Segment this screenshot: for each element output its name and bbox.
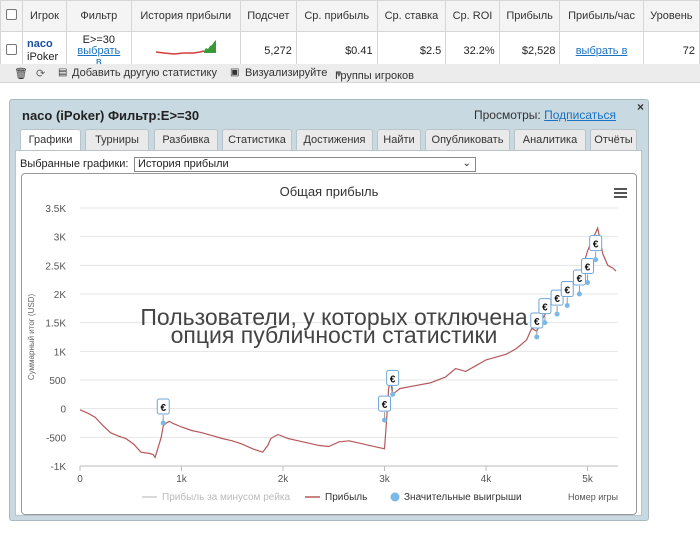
graph-select-value: История прибыли bbox=[138, 158, 229, 170]
y-tick-label: 2.5K bbox=[45, 261, 66, 272]
player-panel: naco (iPoker) Фильтр:E>=30 Просмотры: По… bbox=[9, 99, 649, 521]
col-filter[interactable]: Фильтр bbox=[66, 0, 132, 32]
x-tick-label: 5k bbox=[582, 474, 594, 485]
big-win-marker-label: € bbox=[577, 274, 583, 285]
col-profit-history[interactable]: История прибыли bbox=[130, 0, 241, 32]
big-win-point bbox=[576, 291, 582, 297]
menu-icon[interactable] bbox=[614, 188, 627, 198]
big-win-marker-label: € bbox=[542, 303, 548, 314]
big-win-marker-label: € bbox=[554, 294, 560, 305]
select-all-checkbox[interactable] bbox=[6, 9, 17, 20]
visualize-button[interactable]: Визуализируйте bbox=[245, 67, 327, 79]
row-checkbox[interactable] bbox=[6, 43, 17, 55]
subscribe-link[interactable]: Подписаться bbox=[544, 108, 616, 122]
big-win-marker-label: € bbox=[160, 403, 166, 414]
views-label: Просмотры: bbox=[474, 108, 541, 122]
big-win-marker-label: € bbox=[534, 317, 540, 328]
tab-publish[interactable]: Опубликовать bbox=[425, 129, 510, 150]
trash-icon[interactable]: 🗑 bbox=[14, 67, 28, 80]
tab-analytics[interactable]: Аналитика bbox=[514, 129, 586, 150]
big-win-marker-label: € bbox=[593, 240, 599, 251]
col-player[interactable]: Игрок bbox=[21, 0, 68, 32]
col-level[interactable]: Уровень bbox=[642, 0, 700, 32]
graphs-content: Выбранные графики: История прибыли ⌄ Общ… bbox=[15, 150, 642, 516]
big-win-marker-label: € bbox=[382, 400, 388, 411]
profit-sparkline bbox=[155, 40, 216, 55]
tab-find[interactable]: Найти bbox=[377, 129, 421, 150]
profit-series-line bbox=[79, 226, 617, 459]
filter-value: E>=30 bbox=[82, 33, 116, 46]
legend-bigwin-swatch bbox=[390, 492, 400, 502]
col-count[interactable]: Подсчет bbox=[239, 0, 297, 32]
close-icon[interactable]: × bbox=[637, 100, 644, 114]
big-win-point bbox=[593, 257, 599, 263]
chevron-down-icon: ⌄ bbox=[462, 158, 471, 169]
tab-reports[interactable]: Отчёты bbox=[590, 129, 637, 150]
tab-achievements[interactable]: Достижения bbox=[296, 129, 373, 150]
player-stats-table: Игрок Фильтр История прибыли Подсчет Ср.… bbox=[0, 0, 700, 70]
big-win-marker-label: € bbox=[564, 285, 570, 296]
tab-tournaments[interactable]: Турниры bbox=[85, 129, 149, 150]
tab-graphs[interactable]: Графики bbox=[20, 129, 81, 151]
x-tick-label: 1k bbox=[176, 474, 188, 485]
profit-chart: Общая прибыль 3.5K 3K 2.5K 2K 1.5K 1K 500 0 -500 -… bbox=[21, 173, 637, 515]
col-avg-stake[interactable]: Ср. ставка bbox=[376, 0, 447, 32]
y-tick-label: 2K bbox=[54, 290, 67, 301]
legend-bigwin-label: Значительные выигрыши bbox=[404, 492, 522, 503]
chart-title: Общая прибыль bbox=[280, 184, 379, 199]
views-info: Просмотры: Подписаться bbox=[474, 108, 616, 122]
legend-rake-label: Прибыль за минусом рейка bbox=[162, 491, 291, 503]
y-tick-label: 1K bbox=[54, 347, 67, 358]
y-tick-label: -1K bbox=[50, 462, 66, 473]
y-tick-label: 3.5K bbox=[45, 204, 66, 215]
y-tick-label: -500 bbox=[46, 433, 66, 444]
x-tick-label: 3k bbox=[379, 474, 391, 485]
col-avg-profit[interactable]: Ср. прибыль bbox=[295, 0, 378, 32]
player-site: iPoker bbox=[27, 50, 59, 63]
table-header-row: Игрок Фильтр История прибыли Подсчет Ср.… bbox=[0, 0, 700, 32]
sparkline-positive-part bbox=[203, 40, 216, 53]
big-win-point bbox=[160, 420, 166, 426]
y-tick-label: 0 bbox=[60, 405, 66, 416]
big-win-marker-label: € bbox=[390, 374, 396, 385]
big-win-point bbox=[534, 334, 540, 340]
col-profit[interactable]: Прибыль bbox=[498, 0, 561, 32]
player-groups-label: Группы игроков bbox=[335, 70, 414, 82]
add-stat-icon: ▤ bbox=[58, 67, 68, 78]
big-win-point bbox=[382, 417, 388, 423]
graph-select-label: Выбранные графики: bbox=[20, 158, 129, 170]
col-profit-per-hour[interactable]: Прибыль/час bbox=[559, 0, 644, 32]
graph-select[interactable]: История прибыли ⌄ bbox=[134, 157, 476, 172]
tab-breakdown[interactable]: Разбивка bbox=[154, 129, 218, 150]
panel-title: naco (iPoker) Фильтр:E>=30 bbox=[22, 108, 200, 123]
sparkline-negative-part bbox=[155, 50, 204, 55]
add-stat-button[interactable]: Добавить другую статистику bbox=[72, 67, 217, 79]
legend-profit-label: Прибыль bbox=[325, 491, 367, 503]
col-avg-roi[interactable]: Ср. ROI bbox=[445, 0, 500, 32]
x-tick-label: 4k bbox=[481, 474, 493, 485]
big-win-marker-label: € bbox=[585, 263, 591, 274]
table-toolbar: 🗑 ⟳ ▤ Добавить другую статистику ▣ Визуа… bbox=[0, 64, 700, 83]
select-all-cell[interactable] bbox=[0, 0, 23, 32]
big-win-point bbox=[554, 311, 560, 317]
x-tick-label: 0 bbox=[77, 474, 83, 485]
x-axis-title: Номер игры bbox=[568, 492, 618, 502]
y-tick-label: 1.5K bbox=[45, 319, 66, 330]
y-tick-label: 500 bbox=[49, 376, 66, 387]
y-axis-title: Суммарный итог (USD) bbox=[27, 294, 36, 381]
tab-statistics[interactable]: Статистика bbox=[222, 129, 292, 150]
profit-chart-svg: Общая прибыль 3.5K 3K 2.5K 2K 1.5K 1K 500 0 -500 -… bbox=[27, 184, 627, 503]
player-name-link[interactable]: naco bbox=[27, 38, 62, 51]
y-tick-label: 3K bbox=[54, 233, 67, 244]
big-win-point bbox=[585, 280, 591, 286]
visualize-icon: ▣ bbox=[230, 67, 240, 78]
chevron-down-icon: ▼ bbox=[335, 70, 343, 79]
profit-per-hour-link[interactable]: выбрать в bbox=[576, 45, 628, 57]
refresh-icon[interactable]: ⟳ bbox=[36, 67, 45, 80]
big-win-point bbox=[542, 320, 548, 326]
x-tick-label: 2k bbox=[278, 474, 290, 485]
big-win-point bbox=[564, 302, 570, 308]
big-win-point bbox=[390, 391, 396, 397]
